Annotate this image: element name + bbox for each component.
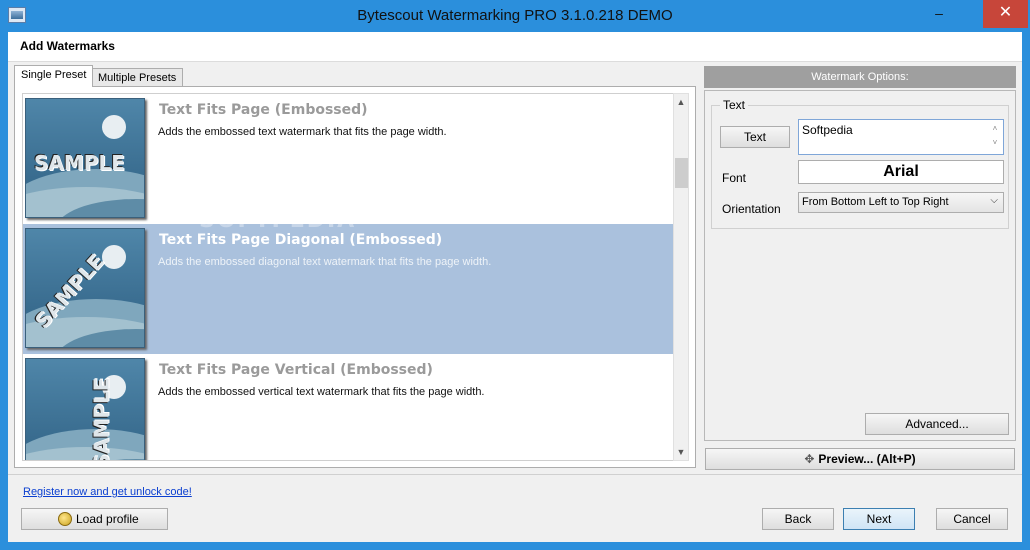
preview-button[interactable]: ✥ Preview... (Alt+P) bbox=[705, 448, 1015, 470]
minimize-button[interactable]: – bbox=[925, 0, 953, 28]
preset-list-scrollbar[interactable]: ▲ ▼ bbox=[673, 93, 689, 461]
text-scroll-icon[interactable]: ˄ ˅ bbox=[989, 122, 1001, 152]
load-profile-button[interactable]: Load profile bbox=[21, 508, 168, 530]
chevron-down-icon: ⌵ bbox=[990, 195, 998, 206]
preset-description: Adds the embossed vertical text watermar… bbox=[158, 386, 485, 398]
preview-button-label: Preview... (Alt+P) bbox=[818, 452, 916, 466]
preset-title: Text Fits Page Vertical (Embossed) bbox=[159, 362, 433, 378]
close-button[interactable]: ✕ bbox=[983, 0, 1028, 28]
window-title: Bytescout Watermarking PRO 3.1.0.218 DEM… bbox=[357, 7, 673, 24]
cancel-button[interactable]: Cancel bbox=[936, 508, 1008, 530]
preset-list: SAMPLE Text Fits Page (Embossed) Adds th… bbox=[22, 93, 680, 461]
scroll-up-icon[interactable]: ▲ bbox=[674, 94, 688, 110]
orientation-select[interactable]: From Bottom Left to Top Right ⌵ bbox=[798, 192, 1004, 213]
preset-item-text-fits-page-vertical[interactable]: SAMPLE Text Fits Page Vertical (Embossed… bbox=[23, 354, 673, 461]
text-groupbox: Text Text Softpedia ˄ ˅ Font Arial Orient… bbox=[711, 98, 1009, 229]
load-profile-label: Load profile bbox=[76, 512, 139, 526]
overlay-watermark: SOFTPEDIA bbox=[199, 208, 357, 233]
preset-thumbnail: SAMPLE bbox=[25, 358, 145, 461]
advanced-button[interactable]: Advanced... bbox=[865, 413, 1009, 435]
client-area: Add Watermarks Single Preset Multiple Pr… bbox=[8, 32, 1022, 542]
preset-thumbnail: SAMPLE bbox=[25, 98, 145, 218]
preset-title: Text Fits Page Diagonal (Embossed) bbox=[159, 232, 443, 248]
thumbnail-watermark-text: SAMPLE bbox=[89, 377, 114, 461]
title-bar: Bytescout Watermarking PRO 3.1.0.218 DEM… bbox=[0, 0, 1030, 32]
register-link[interactable]: Register now and get unlock code! bbox=[23, 486, 192, 498]
tab-single-preset[interactable]: Single Preset bbox=[14, 65, 94, 87]
preset-thumbnail: SAMPLE bbox=[25, 228, 145, 348]
options-panel: Text Text Softpedia ˄ ˅ Font Arial Orient… bbox=[704, 90, 1016, 441]
page-title: Add Watermarks bbox=[20, 39, 115, 53]
preset-item-text-fits-page-diagonal[interactable]: SAMPLE Text Fits Page Diagonal (Embossed… bbox=[23, 224, 673, 354]
font-picker[interactable]: Arial bbox=[798, 160, 1004, 184]
preset-description: Adds the embossed text watermark that fi… bbox=[158, 126, 447, 138]
orientation-value: From Bottom Left to Top Right bbox=[802, 196, 949, 208]
thumbnail-watermark-text: SAMPLE bbox=[34, 151, 125, 175]
preset-item-text-fits-page[interactable]: SAMPLE Text Fits Page (Embossed) Adds th… bbox=[23, 94, 673, 224]
app-window: Bytescout Watermarking PRO 3.1.0.218 DEM… bbox=[0, 0, 1030, 550]
moon-icon bbox=[102, 115, 126, 139]
preset-description: Adds the embossed diagonal text watermar… bbox=[158, 256, 492, 268]
preset-title: Text Fits Page (Embossed) bbox=[159, 102, 368, 118]
orientation-label: Orientation bbox=[722, 202, 781, 216]
font-label: Font bbox=[722, 171, 747, 185]
footer-divider bbox=[8, 474, 1022, 475]
coin-icon bbox=[58, 512, 72, 526]
options-header: Watermark Options: bbox=[704, 66, 1016, 88]
text-button[interactable]: Text bbox=[720, 126, 790, 148]
scrollbar-thumb[interactable] bbox=[675, 158, 688, 188]
next-button[interactable]: Next bbox=[843, 508, 915, 530]
scroll-down-icon[interactable]: ▼ bbox=[674, 444, 688, 460]
watermark-text-value: Softpedia bbox=[802, 123, 853, 137]
single-preset-panel: SAMPLE Text Fits Page (Embossed) Adds th… bbox=[14, 86, 696, 468]
back-button[interactable]: Back bbox=[762, 508, 834, 530]
watermark-text-input[interactable]: Softpedia ˄ ˅ bbox=[798, 119, 1004, 155]
text-group-label: Text bbox=[720, 98, 749, 112]
header-strip: Add Watermarks bbox=[8, 32, 1022, 62]
move-icon: ✥ bbox=[804, 452, 815, 466]
